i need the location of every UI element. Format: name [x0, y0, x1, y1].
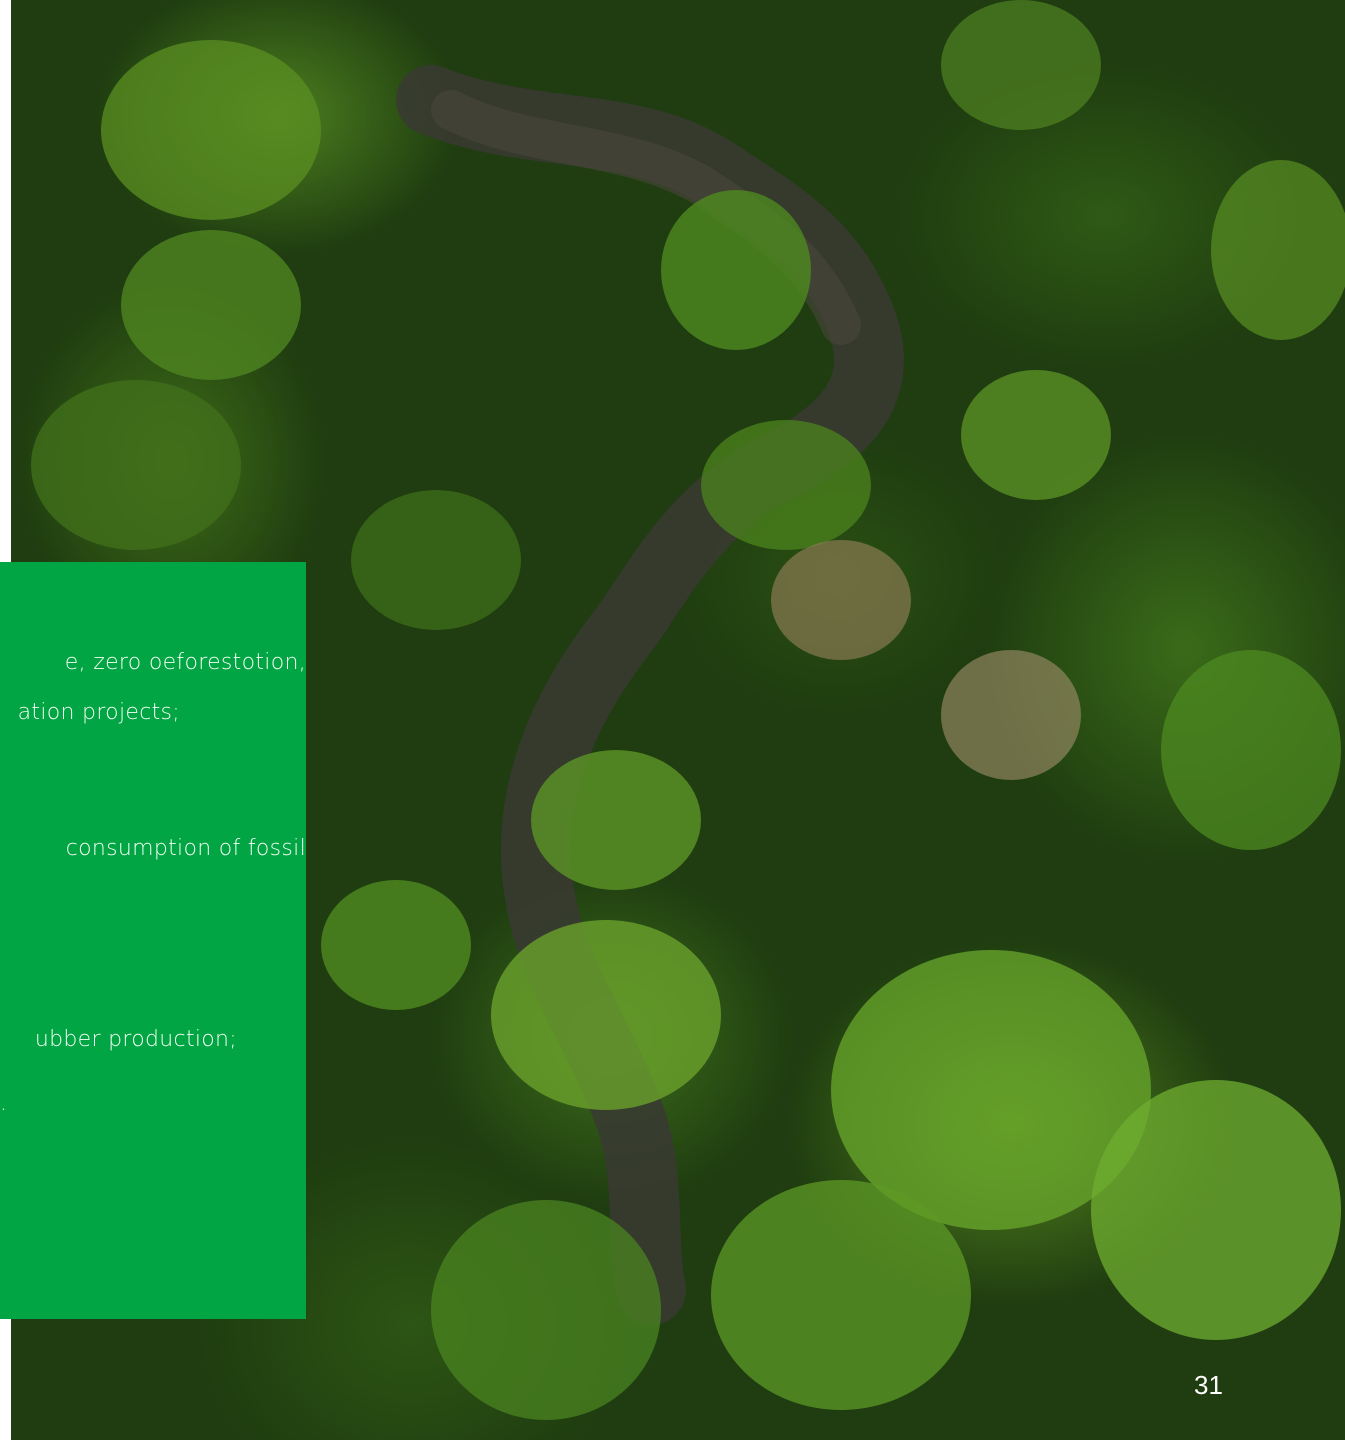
tree-canopy-flowering [771, 540, 911, 660]
green-text-panel: e, zero oeforestotion, ation projects; c… [0, 562, 306, 1319]
tree-canopy [321, 880, 471, 1010]
tree-canopy [1211, 160, 1345, 340]
tree-canopy [31, 380, 241, 550]
panel-text-line: e, zero oeforestotion, [64, 650, 306, 675]
tree-canopy [101, 40, 321, 220]
tree-canopy [661, 190, 811, 350]
panel-text-line: consumption of fossil [65, 836, 306, 861]
tree-canopy [1091, 1080, 1341, 1340]
tree-canopy-flowering [941, 650, 1081, 780]
tree-canopy [711, 1180, 971, 1410]
tree-canopy [491, 920, 721, 1110]
panel-text-line: ation projects; [17, 700, 180, 725]
tree-canopy [431, 1200, 661, 1420]
tree-canopy [961, 370, 1111, 500]
tree-canopy [941, 0, 1101, 130]
report-page: e, zero oeforestotion, ation projects; c… [0, 0, 1345, 1440]
tree-canopy [351, 490, 521, 630]
tree-canopy [531, 750, 701, 890]
tree-canopy [701, 420, 871, 550]
panel-text-line: ubber production; [34, 1027, 237, 1052]
tree-canopy [1161, 650, 1341, 850]
tree-canopy [121, 230, 301, 380]
panel-text-line: . [0, 1091, 8, 1116]
page-number: 31 [1194, 1370, 1223, 1400]
